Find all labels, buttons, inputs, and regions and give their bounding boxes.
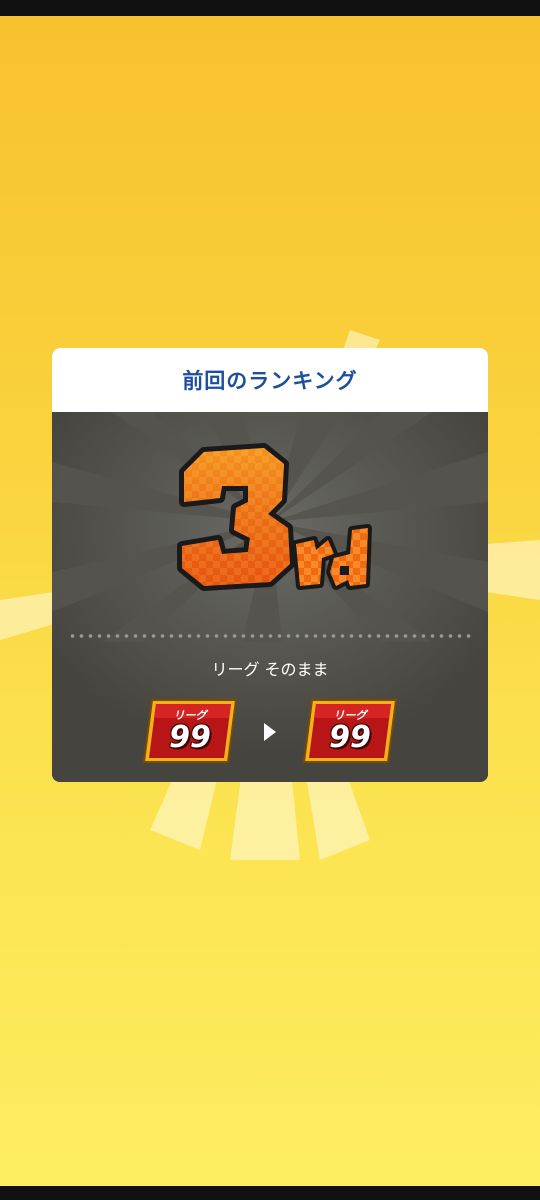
panel-body: リーグ そのまま リーグ 99 リーグ 99	[52, 412, 488, 782]
right-arrow-icon	[264, 723, 276, 741]
navigation-bar	[0, 1186, 540, 1200]
previous-ranking-panel: 前回のランキング リーグ そのまま リーグ 99 リーグ 99	[52, 348, 488, 782]
league-badge-before: リーグ 99	[142, 698, 238, 764]
league-badge-after: リーグ 99	[302, 698, 398, 764]
rank-3rd-emblem-icon	[164, 442, 374, 602]
league-status-text: リーグ そのまま	[211, 660, 329, 679]
status-bar	[0, 0, 540, 16]
panel-title: 前回のランキング	[182, 369, 358, 393]
dotted-divider	[68, 633, 472, 639]
league-badge-number: 99	[329, 720, 371, 755]
league-badge-number: 99	[169, 720, 211, 755]
panel-header: 前回のランキング	[52, 348, 488, 412]
